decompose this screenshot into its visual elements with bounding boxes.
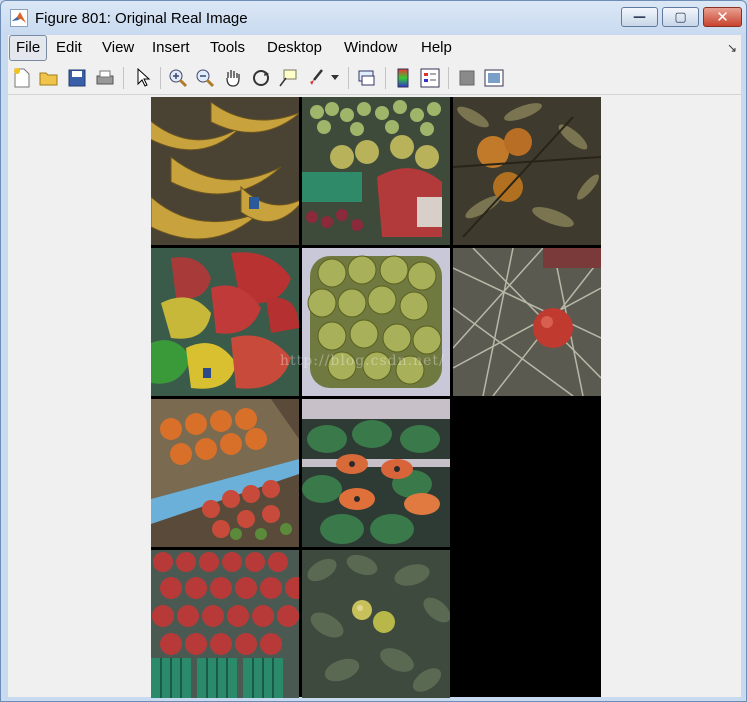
window-title: Figure 801: Original Real Image bbox=[35, 10, 248, 27]
show-plot-tools-icon[interactable] bbox=[483, 67, 505, 89]
tile-pomegranate bbox=[453, 248, 601, 396]
oranges-branch-image bbox=[453, 97, 601, 245]
menu-desktop[interactable]: Desktop bbox=[261, 35, 328, 61]
tile-bananas bbox=[151, 97, 299, 245]
save-icon[interactable] bbox=[66, 67, 88, 89]
figure-toolbar bbox=[8, 61, 741, 95]
menu-view[interactable]: View bbox=[96, 35, 140, 61]
maximize-icon: ▢ bbox=[674, 9, 687, 25]
figure-canvas: http://blog.csdn.net/ bbox=[8, 95, 741, 698]
new-figure-icon[interactable] bbox=[11, 67, 33, 89]
brush-dropdown-icon[interactable] bbox=[329, 67, 341, 89]
menu-insert[interactable]: Insert bbox=[146, 35, 196, 61]
brush-icon[interactable] bbox=[306, 67, 328, 89]
legend-icon[interactable] bbox=[419, 67, 441, 89]
tile-oranges-branch bbox=[453, 97, 601, 245]
pointer-icon[interactable] bbox=[132, 67, 154, 89]
tile-citrus-tree bbox=[302, 550, 450, 698]
watermark-text: http://blog.csdn.net/ bbox=[280, 353, 445, 369]
grapes-berries-image bbox=[302, 97, 450, 245]
papayas-image bbox=[302, 399, 450, 547]
peppers-image bbox=[151, 248, 299, 396]
close-icon: ✕ bbox=[716, 8, 729, 26]
image-montage bbox=[151, 97, 601, 698]
tile-papayas bbox=[302, 399, 450, 547]
menu-bar: File Edit View Insert Tools Desktop Wind… bbox=[8, 35, 741, 61]
print-icon[interactable] bbox=[94, 67, 116, 89]
menu-window[interactable]: Window bbox=[338, 35, 403, 61]
citrus-tree-image bbox=[302, 550, 450, 698]
tile-empty bbox=[453, 399, 601, 547]
dock-arrow-icon[interactable]: ↘ bbox=[727, 41, 737, 55]
minimize-icon: — bbox=[633, 9, 646, 25]
data-cursor-icon[interactable] bbox=[277, 67, 299, 89]
minimize-button[interactable]: — bbox=[621, 7, 658, 27]
zoom-in-icon[interactable] bbox=[167, 67, 189, 89]
green-apples-image bbox=[302, 248, 450, 396]
bananas-image bbox=[151, 97, 299, 245]
hide-plot-tools-icon[interactable] bbox=[456, 67, 478, 89]
close-button[interactable]: ✕ bbox=[703, 7, 742, 27]
oranges-crates-image bbox=[151, 399, 299, 547]
menu-file[interactable]: File bbox=[9, 35, 48, 61]
menu-tools[interactable]: Tools bbox=[204, 35, 251, 61]
link-plot-icon[interactable] bbox=[356, 67, 378, 89]
pan-hand-icon[interactable] bbox=[222, 67, 244, 89]
menu-help[interactable]: Help bbox=[415, 35, 458, 61]
pomegranate-image bbox=[453, 248, 601, 396]
open-file-icon[interactable] bbox=[38, 67, 60, 89]
matlab-logo-icon bbox=[10, 9, 28, 27]
zoom-out-icon[interactable] bbox=[194, 67, 216, 89]
tile-tomatoes bbox=[151, 550, 299, 698]
tile-green-apples bbox=[302, 248, 450, 396]
tile-peppers bbox=[151, 248, 299, 396]
menu-edit[interactable]: Edit bbox=[50, 35, 88, 61]
figure-window: Figure 801: Original Real Image — ▢ ✕ Fi… bbox=[0, 0, 747, 702]
maximize-button[interactable]: ▢ bbox=[662, 7, 699, 27]
colorbar-icon[interactable] bbox=[392, 67, 414, 89]
tile-oranges-crates bbox=[151, 399, 299, 547]
tile-grapes-berries bbox=[302, 97, 450, 245]
tomatoes-image bbox=[151, 550, 299, 698]
rotate-3d-icon[interactable] bbox=[250, 67, 272, 89]
title-bar[interactable]: Figure 801: Original Real Image — ▢ ✕ bbox=[1, 1, 746, 35]
